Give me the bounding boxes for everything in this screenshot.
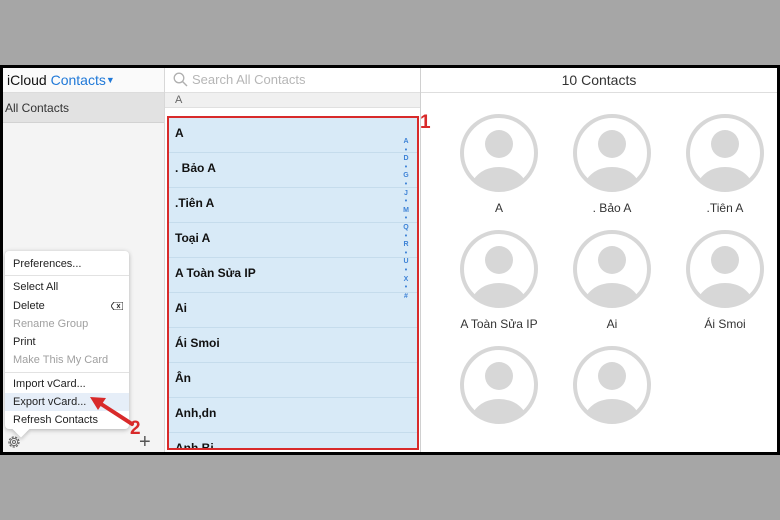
index-dot[interactable]: • [401,233,411,242]
index-dot[interactable]: • [401,147,411,156]
index-letter[interactable]: G [401,172,411,181]
list-item[interactable]: . Bảo A [169,153,417,188]
index-dot[interactable]: • [401,250,411,259]
avatar-icon [686,230,764,308]
contact-card[interactable]: A Toàn Sửa IP [449,229,549,331]
index-dot[interactable]: • [401,198,411,207]
index-letter[interactable]: # [401,293,411,302]
menu-divider [5,371,129,373]
contact-card[interactable]: .Tiên A [675,113,775,215]
contact-count: 10 Contacts [421,68,777,93]
menu-item-select-all[interactable]: Select All [5,278,129,296]
menu-divider [5,275,129,277]
menu-item-rename-group: Rename Group [13,317,89,330]
index-dot[interactable]: • [401,164,411,173]
list-item[interactable]: .Tiên A [169,188,417,223]
menu-item-preferences[interactable]: Preferences... [5,255,129,273]
index-letter[interactable]: R [401,241,411,250]
contact-rows-highlight: A . Bảo A .Tiên A Toại A A Toàn Sửa IP A… [167,116,419,450]
icloud-label: iCloud [7,72,47,88]
index-letter[interactable]: D [401,155,411,164]
alphabet-index[interactable]: A • D • G • J • M • Q • R • U • X • # [401,138,411,301]
contact-card[interactable]: Ai [562,229,662,331]
index-letter[interactable]: J [401,190,411,199]
avatar-icon [460,114,538,192]
list-item[interactable]: A [169,118,417,153]
annotation-number-1: 1 [420,112,431,133]
delete-key-icon [111,301,123,310]
list-item[interactable]: A Toàn Sửa IP [169,258,417,293]
menu-item-print[interactable]: Print [5,333,129,351]
contact-card-name: .Tiên A [706,201,744,215]
contact-card-name: Ái Smoi [704,317,746,331]
index-dot[interactable]: • [401,284,411,293]
list-item[interactable]: Ân [169,363,417,398]
search-icon [173,72,188,87]
index-dot[interactable]: • [401,267,411,276]
list-item[interactable]: Ai [169,293,417,328]
index-letter[interactable]: M [401,207,411,216]
index-letter[interactable]: X [401,276,411,285]
chevron-down-icon[interactable]: ▼ [106,75,115,85]
contact-cards-pane: 10 Contacts A . Bảo A .Tiên A A Toàn Sửa… [421,68,777,452]
index-letter[interactable]: Q [401,224,411,233]
avatar-icon [573,114,651,192]
contact-card[interactable]: Ái Smoi [675,229,775,331]
group-all-contacts[interactable]: All Contacts [3,93,164,123]
sidebar: iCloud Contacts▼ All Contacts Preference… [3,68,165,452]
avatar-icon [573,346,651,424]
contact-card-name: A [494,201,503,215]
list-item[interactable]: Ái Smoi [169,328,417,363]
list-item[interactable]: Anh Bi [169,433,417,448]
contact-card[interactable]: . Bảo A [562,113,662,215]
avatar-icon [460,346,538,424]
gear-icon[interactable] [6,434,22,450]
contact-card[interactable] [562,345,662,433]
add-contact-button[interactable]: + [139,432,151,452]
list-item[interactable]: Anh,dn [169,398,417,433]
contact-card[interactable]: A [449,113,549,215]
contact-card-name: A Toàn Sửa IP [460,317,538,331]
menu-item-make-my-card: Make This My Card [13,354,109,367]
contact-card-name: Ai [606,317,618,331]
avatar-icon [573,230,651,308]
index-letter[interactable]: U [401,258,411,267]
avatar-icon [686,114,764,192]
contact-list-pane: Search All Contacts A A . Bảo A .Tiên A … [165,68,421,452]
menu-item-import-vcard[interactable]: Import vCard... [5,375,129,393]
index-dot[interactable]: • [401,181,411,190]
app-title[interactable]: iCloud Contacts▼ [3,68,164,93]
search-input[interactable]: Search All Contacts [165,68,420,93]
search-placeholder: Search All Contacts [192,72,306,87]
annotation-arrow [90,397,134,426]
index-letter[interactable]: A [401,138,411,147]
index-dot[interactable]: • [401,215,411,224]
list-item[interactable]: Toại A [169,223,417,258]
menu-item-delete-label: Delete [13,299,45,312]
section-header: A [165,93,420,108]
contacts-label: Contacts [50,72,106,88]
avatar-icon [460,230,538,308]
contact-card[interactable] [449,345,549,433]
menu-item-delete[interactable]: Delete [5,297,129,315]
contact-card-name: . Bảo A [592,201,632,215]
